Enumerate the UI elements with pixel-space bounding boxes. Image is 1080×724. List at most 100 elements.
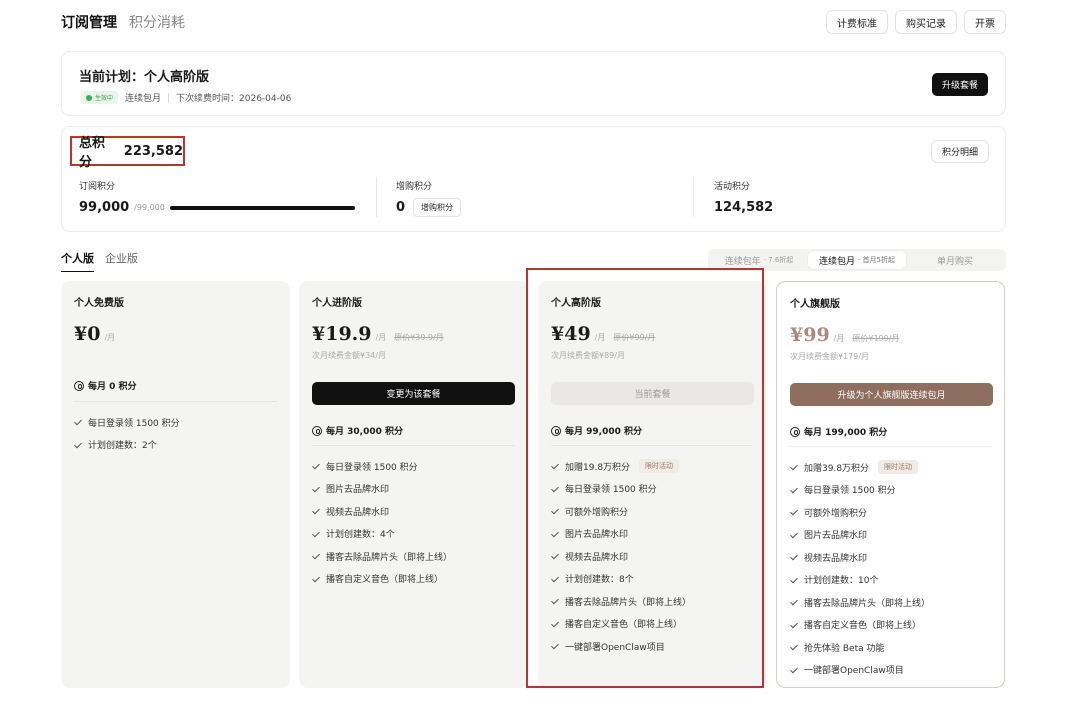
- feature-item: 图片去品牌水印: [312, 478, 452, 501]
- feature-list: 加赠19.8万积分 限时活动 每日登录领 1500 积分 可额外增购积分 图片去品牌水印…: [551, 455, 691, 658]
- check-icon: [551, 620, 559, 628]
- points-divider: [376, 177, 377, 217]
- plan-price-row: ¥0 /月: [74, 323, 115, 345]
- plan-renewal-price: 次月续费金额¥34/月: [312, 351, 386, 360]
- total-points: 总积分 223,582: [70, 136, 185, 170]
- current-plan-meta: 生效中 连续包月 下次续费时间：2026-04-06: [81, 91, 291, 104]
- check-icon: [790, 508, 798, 516]
- feature-text: 播客自定义音色（即将上线）: [565, 620, 683, 631]
- plan-name: 个人进阶版: [312, 298, 362, 309]
- plan-quota: 每月 199,000 积分: [790, 425, 887, 438]
- subscription-points-bar: [169, 205, 355, 210]
- purchased-points-value: 0: [396, 200, 406, 215]
- status-badge: 生效中: [81, 91, 119, 104]
- plan-divider: [312, 445, 515, 446]
- feature-text: 图片去品牌水印: [565, 530, 629, 541]
- check-icon: [551, 507, 559, 515]
- check-icon: [312, 552, 320, 560]
- plan-card-free: 个人免费版 ¥0 /月 每月 0 积分 每日登录领 1500 积分 计划创建数：2…: [61, 281, 290, 688]
- feature-item: 播客自定义音色（即将上线）: [312, 568, 452, 591]
- plan-type-tabs: 个人版 企业版: [61, 250, 138, 272]
- plan-renewal-price: 次月续费金额¥89/月: [551, 351, 625, 360]
- subscription-points-value: 99,000: [79, 200, 130, 215]
- billing-option-yearly[interactable]: 连续包年 · 7.6折起: [710, 251, 808, 269]
- feature-text: 计划创建数：10个: [804, 576, 879, 587]
- billing-option-tag: · 7.6折起: [763, 256, 794, 264]
- plan-price-row: ¥99 /月 原价¥199/月: [790, 324, 899, 346]
- billing-cycle-selector: 连续包年 · 7.6折起 连续包月 · 首月5折起 单月购买: [708, 249, 1006, 271]
- invoice-button[interactable]: 开票: [964, 10, 1006, 34]
- total-points-label: 总积分: [79, 136, 106, 170]
- feature-item: 每日登录领 1500 积分: [790, 479, 930, 502]
- billing-option-monthly[interactable]: 连续包月 · 首月5折起: [808, 251, 906, 269]
- feature-item: 计划创建数：4个: [312, 523, 452, 546]
- tab-personal[interactable]: 个人版: [61, 250, 94, 272]
- upgrade-flagship-button[interactable]: 升级为个人旗舰版连续包月: [790, 383, 993, 406]
- points-icon: [312, 425, 322, 436]
- check-icon: [790, 598, 798, 606]
- buy-points-button[interactable]: 增购积分: [413, 198, 462, 217]
- plan-divider: [551, 445, 753, 446]
- feature-item: 每日登录领 1500 积分: [74, 411, 180, 434]
- status-text: 生效中: [95, 95, 114, 102]
- billing-option-single-month[interactable]: 单月购买: [906, 251, 1004, 269]
- check-icon: [790, 576, 798, 584]
- pricing-standard-button[interactable]: 计费标准: [826, 10, 888, 34]
- check-icon: [312, 462, 320, 470]
- plan-price: ¥19.9: [312, 323, 372, 345]
- header-tabs: 订阅管理 积分消耗: [61, 12, 185, 32]
- check-icon: [551, 462, 559, 470]
- check-icon: [790, 666, 798, 674]
- current-plan-title: 当前计划：个人高阶版: [79, 70, 210, 85]
- check-icon: [312, 485, 320, 493]
- check-icon: [312, 530, 320, 538]
- tab-points-consumption[interactable]: 积分消耗: [129, 12, 185, 32]
- points-detail-button[interactable]: 积分明细: [930, 140, 989, 163]
- plan-price: ¥49: [551, 323, 591, 345]
- plan-quota-text: 每月 199,000 积分: [804, 428, 888, 438]
- upgrade-plan-button[interactable]: 升级套餐: [931, 73, 988, 96]
- feature-item: 视频去品牌水印: [312, 500, 452, 523]
- feature-item: 加赠39.8万积分 限时活动: [790, 456, 930, 479]
- meta-divider: [168, 92, 170, 103]
- plan-quota: 每月 99,000 积分: [551, 424, 642, 437]
- current-plan-card: 当前计划：个人高阶版 生效中 连续包月 下次续费时间：2026-04-06 升级…: [61, 51, 1006, 116]
- subscription-points-label: 订阅积分: [79, 182, 116, 192]
- feature-item: 一键部署OpenClaw项目: [790, 659, 930, 682]
- purchased-points: 增购积分 0 增购积分: [396, 179, 462, 217]
- feature-text: 播客去除品牌片头（即将上线）: [326, 552, 453, 563]
- feature-text: 视频去品牌水印: [804, 553, 868, 564]
- limited-offer-badge: 限时活动: [878, 460, 919, 475]
- feature-text: 每日登录领 1500 积分: [326, 462, 418, 473]
- purchase-history-button[interactable]: 购买记录: [895, 10, 957, 34]
- current-plan-button[interactable]: 当前套餐: [551, 382, 754, 405]
- plan-card-premium: 个人高阶版 ¥49 /月 原价¥99/月 次月续费金额¥89/月 当前套餐 每月…: [538, 281, 766, 688]
- feature-item: 视频去品牌水印: [551, 545, 691, 568]
- check-icon: [790, 486, 798, 494]
- feature-item: 图片去品牌水印: [551, 523, 691, 546]
- tab-enterprise[interactable]: 企业版: [105, 250, 138, 272]
- feature-item: 视频去品牌水印: [790, 546, 930, 569]
- feature-item: 抢先体验 Beta 功能: [790, 636, 930, 659]
- check-icon: [312, 575, 320, 583]
- feature-item: 播客去除品牌片头（即将上线）: [312, 545, 452, 568]
- check-icon: [790, 643, 798, 651]
- feature-text: 播客自定义音色（即将上线）: [804, 621, 922, 632]
- switch-plan-button[interactable]: 变更为该套餐: [312, 382, 515, 405]
- plan-renewal-price: 次月续费金额¥179/月: [790, 352, 870, 361]
- feature-item: 播客自定义音色（即将上线）: [551, 613, 691, 636]
- plan-original-price: 原价¥199/月: [852, 334, 900, 343]
- purchased-points-label: 增购积分: [396, 182, 433, 192]
- feature-item: 可额外增购积分: [551, 500, 691, 523]
- feature-list: 每日登录领 1500 积分图片去品牌水印 视频去品牌水印 计划创建数：4个播客去除品…: [312, 455, 452, 590]
- check-icon: [551, 597, 559, 605]
- billing-option-label: 连续包月: [819, 256, 856, 267]
- points-icon: [74, 380, 84, 391]
- feature-text: 可额外增购积分: [804, 508, 868, 519]
- feature-text: 一键部署OpenClaw项目: [565, 642, 665, 653]
- check-icon: [551, 642, 559, 650]
- feature-text: 加赠39.8万积分: [804, 463, 870, 474]
- feature-item: 图片去品牌水印: [790, 524, 930, 547]
- tab-subscription-management[interactable]: 订阅管理: [61, 12, 117, 32]
- total-points-value: 223,582: [123, 143, 183, 159]
